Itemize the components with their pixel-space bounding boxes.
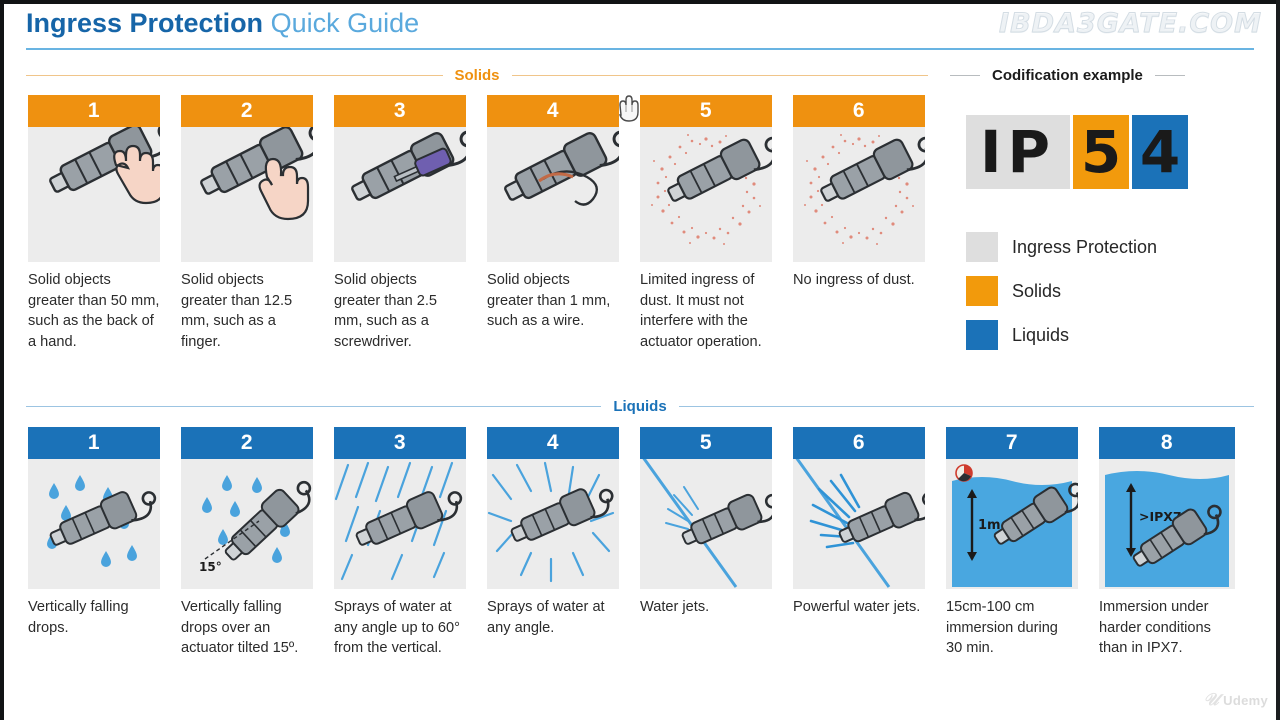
solids-rule-right: [511, 74, 929, 76]
liquids-card-8-digit: 8: [1099, 427, 1235, 459]
legend-swatch-liquids-icon: [966, 320, 998, 350]
page-title-light: Quick Guide: [270, 8, 420, 38]
wire-probe-icon: [487, 127, 619, 262]
legend-label-liquids: Liquids: [1012, 324, 1070, 345]
ip-liquids-digit-box: 4: [1132, 115, 1188, 189]
limited-dust-icon: [640, 127, 772, 262]
ip-code-example: IP 5 4: [966, 115, 1188, 189]
platform-watermark: 𝒰 Udemy: [1204, 690, 1268, 710]
liquids-card-4-caption: Sprays of water at any angle.: [487, 599, 605, 636]
liquids-card-6-caption: Powerful water jets.: [793, 599, 921, 615]
immersion-1m-icon: 1m: [946, 459, 1078, 589]
codification-rule-left: [950, 74, 980, 76]
site-watermark: IBDA3GATE.COM: [999, 8, 1262, 40]
solids-rule-left: [26, 74, 443, 76]
letterbox-left-bar: [0, 0, 4, 720]
solids-card-6-digit: 6: [793, 95, 925, 127]
solids-card-6[interactable]: 6 No ingress of dust.: [793, 95, 925, 291]
liquids-card-1-caption: Vertically falling drops.: [28, 599, 129, 636]
solids-card-2-digit: 2: [181, 95, 313, 127]
liquids-card-3[interactable]: 3 Sprays of water at any angle up to 60°…: [334, 427, 466, 659]
liquids-section-label: Liquids: [613, 397, 667, 415]
water-jet-icon: [640, 459, 772, 589]
solids-card-2[interactable]: 2 Solid objects greater than 12.5 mm, su…: [181, 95, 313, 352]
legend-row-liquids: Liquids: [966, 316, 1157, 354]
ip-solids-digit-box: 5: [1073, 115, 1129, 189]
deep-immersion-icon: >IPX7: [1099, 459, 1235, 589]
liquids-card-7-caption: 15cm-100 cm immersion during 30 min.: [946, 599, 1058, 657]
legend-row-solids: Solids: [966, 272, 1157, 310]
immersion-depth-badge: 1m: [978, 518, 1001, 533]
solids-card-3-caption: Solid objects greater than 2.5 mm, such …: [334, 272, 438, 350]
liquids-card-5[interactable]: 5 Water jets.: [640, 427, 772, 618]
legend-swatch-solids-icon: [966, 276, 998, 306]
codification-rule-right: [1154, 74, 1185, 76]
liquids-card-2-digit: 2: [181, 427, 313, 459]
solids-card-6-caption: No ingress of dust.: [793, 272, 915, 288]
solids-section-label: Solids: [454, 66, 500, 84]
solids-card-1-caption: Solid objects greater than 50 mm, such a…: [28, 272, 160, 350]
legend-label-solids: Solids: [1012, 280, 1062, 301]
solids-card-5-digit: 5: [640, 95, 772, 127]
liquids-card-5-digit: 5: [640, 427, 772, 459]
liquids-card-3-caption: Sprays of water at any angle up to 60° f…: [334, 599, 460, 657]
liquids-rule-right: [678, 405, 1255, 407]
legend-row-ingress: Ingress Protection: [966, 228, 1157, 266]
ip-quick-guide-page: Ingress Protection Quick Guide IBDA3GATE…: [0, 0, 1280, 720]
liquids-card-6[interactable]: 6 Powerful water jets.: [793, 427, 925, 618]
hand-probe-icon: [28, 127, 160, 262]
codification-section-header: Codification example: [950, 66, 1240, 84]
page-title: Ingress Protection Quick Guide: [26, 6, 419, 40]
solids-card-4-caption: Solid objects greater than 1 mm, such as…: [487, 272, 611, 330]
solids-card-2-caption: Solid objects greater than 12.5 mm, such…: [181, 272, 293, 350]
letterbox-right-bar: [1276, 0, 1280, 720]
solids-card-1-digit: 1: [28, 95, 160, 127]
codification-section-label: Codification example: [992, 66, 1143, 84]
solids-card-3[interactable]: 3 Solid objects greater than 2.5 mm, suc…: [334, 95, 466, 352]
letterbox-top-bar: [0, 0, 1280, 4]
falling-drops-icon: [28, 459, 160, 589]
powerful-jet-icon: [793, 459, 925, 589]
liquids-card-4-digit: 4: [487, 427, 619, 459]
udemy-logo-icon: 𝒰: [1203, 690, 1220, 709]
liquids-card-8[interactable]: 8 >IPX7 Immersion under harder condition…: [1099, 427, 1235, 659]
liquids-card-6-digit: 6: [793, 427, 925, 459]
liquids-card-7-digit: 7: [946, 427, 1078, 459]
finger-probe-icon: [181, 127, 313, 262]
liquids-card-2[interactable]: 2 15° Vertically falling drops over an a…: [181, 427, 313, 659]
tilted-drops-icon: 15°: [181, 459, 313, 589]
liquids-card-1-digit: 1: [28, 427, 160, 459]
liquids-card-5-caption: Water jets.: [640, 599, 710, 615]
liquids-card-1[interactable]: 1 Vertically falling drops.: [28, 427, 160, 638]
liquids-card-8-caption: Immersion under harder conditions than i…: [1099, 599, 1211, 657]
solids-card-3-digit: 3: [334, 95, 466, 127]
header-divider: [26, 48, 1254, 50]
liquids-section-header: Liquids: [26, 397, 1255, 415]
solids-card-5-caption: Limited ingress of dust. It must not int…: [640, 272, 762, 350]
legend-label-ingress: Ingress Protection: [1012, 236, 1158, 257]
solids-card-4[interactable]: 4 Solid objects greater than 1 mm, such …: [487, 95, 619, 332]
liquids-card-2-caption: Vertically falling drops over an actuato…: [181, 599, 299, 657]
spray-60-icon: [334, 459, 466, 589]
solids-section-header: Solids: [26, 66, 929, 84]
liquids-card-7[interactable]: 7 1m 15cm-100 cm immersion during 30 min…: [946, 427, 1078, 659]
codification-legend: Ingress Protection Solids Liquids: [966, 228, 1157, 354]
liquids-card-4[interactable]: 4 Sprays of water at any angle.: [487, 427, 619, 638]
screwdriver-probe-icon: [334, 127, 466, 262]
platform-watermark-label: Udemy: [1223, 692, 1268, 708]
liquids-card-3-digit: 3: [334, 427, 466, 459]
page-title-strong: Ingress Protection: [26, 8, 264, 38]
liquids-rule-left: [26, 405, 602, 407]
spray-any-icon: [487, 459, 619, 589]
no-dust-icon: [793, 127, 925, 262]
solids-card-5[interactable]: 5 Limited ingress of dust. It must not i…: [640, 95, 772, 352]
tilt-angle-badge: 15°: [199, 560, 222, 574]
solids-card-1[interactable]: 1 Solid objects greater than 50 mm, such…: [28, 95, 160, 352]
ip-letters-box: IP: [966, 115, 1070, 189]
solids-card-4-digit: 4: [487, 95, 619, 127]
legend-swatch-ingress-icon: [966, 232, 998, 262]
